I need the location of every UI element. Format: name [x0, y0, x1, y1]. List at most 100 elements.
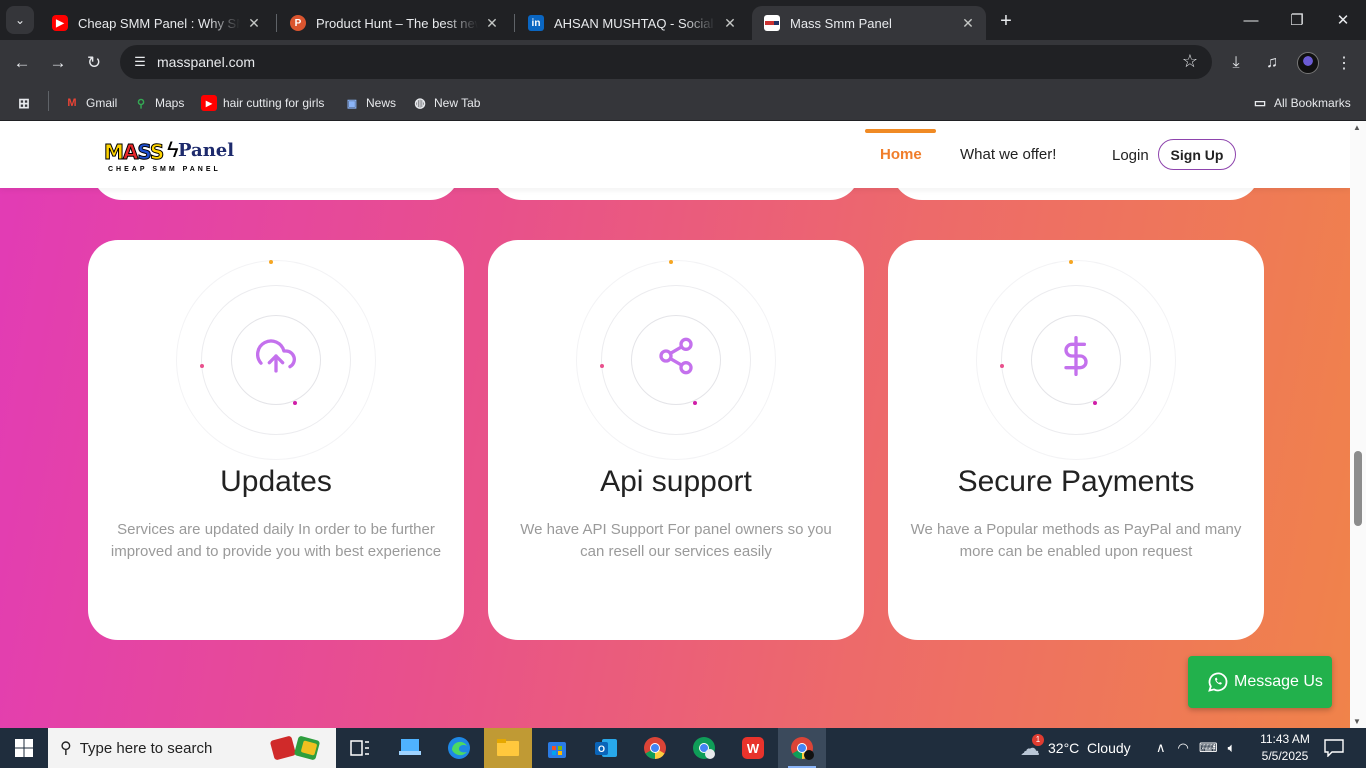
tab-linkedin[interactable]: in AHSAN MUSHTAQ - Social Media ✕ — [516, 6, 748, 40]
address-bar[interactable]: ☰ masspanel.com ☆ — [120, 45, 1212, 79]
orbit-dot — [293, 401, 297, 405]
bookmarks-divider — [48, 91, 49, 111]
tab-search-button[interactable]: ⌄ — [6, 6, 34, 34]
share-icon — [659, 337, 693, 375]
notification-button[interactable] — [1324, 728, 1344, 768]
feature-description: Services are updated daily In order to b… — [110, 521, 442, 560]
input-language-icon[interactable]: ⌨ — [1199, 740, 1218, 756]
avatar — [1297, 52, 1319, 74]
restore-icon: ❐ — [1290, 12, 1304, 29]
tab-product-hunt[interactable]: P Product Hunt – The best new products ✕ — [278, 6, 510, 40]
site-info-icon[interactable]: ☰ — [130, 52, 150, 72]
folder-icon — [497, 739, 519, 756]
wifi-icon[interactable]: ◠ — [1178, 740, 1189, 756]
reload-button[interactable]: ↻ — [80, 49, 108, 77]
bookmark-hair-cutting[interactable]: ▶ hair cutting for girls — [201, 92, 324, 114]
close-icon[interactable]: ✕ — [960, 15, 976, 32]
close-icon[interactable]: ✕ — [246, 15, 262, 32]
masspanel-icon — [764, 15, 780, 31]
close-icon[interactable]: ✕ — [484, 15, 500, 32]
tab-strip: ⌄ ▶ Cheap SMM Panel : Why SMMG ✕ P Produ… — [0, 0, 1366, 40]
scrollbar-thumb[interactable] — [1354, 451, 1362, 526]
signup-button[interactable]: Sign Up — [1158, 139, 1236, 170]
taskbar-app-store[interactable] — [533, 728, 581, 768]
logo-panel-text: Panel — [178, 140, 235, 161]
bookmark-label: Maps — [155, 96, 185, 110]
site-logo[interactable]: MASS ϟ Panel CHEAP SMM PANEL — [104, 137, 235, 177]
apps-button[interactable]: ⊞ — [16, 92, 38, 114]
media-button[interactable]: ♫ — [1258, 49, 1286, 77]
logo-tagline: CHEAP SMM PANEL — [108, 166, 221, 173]
taskbar-search[interactable]: ⚲ Type here to search — [48, 728, 336, 768]
weather-text: 32°C Cloudy — [1048, 740, 1131, 756]
tab-divider — [276, 14, 277, 32]
tab-mass-smm-panel[interactable]: Mass Smm Panel ✕ — [752, 6, 986, 40]
weather-widget[interactable]: ☁ 1 32°C Cloudy — [1020, 728, 1131, 768]
wps-office-icon: W — [742, 737, 764, 759]
close-window-button[interactable]: ✕ — [1320, 0, 1366, 40]
more-vert-icon: ⋮ — [1336, 55, 1352, 72]
arrow-right-icon: → — [49, 53, 67, 72]
apps-grid-icon: ⊞ — [18, 94, 30, 111]
back-button[interactable]: ← — [8, 49, 36, 77]
cloud-icon: ☁ 1 — [1020, 733, 1044, 761]
scroll-up-icon[interactable]: ▲ — [1353, 123, 1361, 132]
svg-text:W: W — [747, 741, 760, 756]
feature-title: Updates — [220, 465, 332, 498]
minimize-button[interactable]: — — [1228, 0, 1274, 40]
media-icon: ♫ — [1266, 54, 1278, 71]
url-text[interactable]: masspanel.com — [157, 54, 255, 70]
download-button[interactable]: ⤓ — [1222, 49, 1250, 77]
chevron-up-icon[interactable]: ∧ — [1156, 740, 1166, 756]
chrome-icon — [644, 737, 666, 759]
taskbar-app-file-explorer[interactable] — [484, 728, 532, 768]
taskbar-app-chrome-active[interactable] — [778, 728, 826, 768]
bookmark-star-icon[interactable]: ☆ — [1182, 51, 1198, 72]
bookmark-new-tab[interactable]: ◍ New Tab — [412, 92, 480, 114]
bookmark-label: Gmail — [86, 96, 118, 110]
start-button[interactable] — [0, 728, 48, 768]
nav-home-link[interactable]: Home — [880, 146, 922, 163]
tab-cheap-smm[interactable]: ▶ Cheap SMM Panel : Why SMMG ✕ — [40, 6, 272, 40]
site-header: MASS ϟ Panel CHEAP SMM PANEL Home What w… — [0, 121, 1350, 188]
bookmarks-bar: ⊞ M Gmail ⚲ Maps ▶ hair cutting for girl… — [0, 86, 1366, 121]
page-scrollbar[interactable]: ▲ ▼ — [1350, 121, 1366, 728]
taskbar-app-chrome[interactable] — [631, 728, 679, 768]
bookmark-maps[interactable]: ⚲ Maps — [133, 92, 184, 114]
all-bookmarks-label: All Bookmarks — [1274, 96, 1351, 110]
youtube-icon: ▶ — [201, 95, 217, 111]
bookmark-gmail[interactable]: M Gmail — [64, 92, 117, 114]
new-tab-button[interactable]: + — [994, 9, 1018, 33]
taskbar-app-outlook[interactable]: O — [582, 728, 630, 768]
nav-login-link[interactable]: Login — [1112, 147, 1149, 164]
chevron-down-icon: ⌄ — [14, 13, 26, 27]
active-nav-indicator — [865, 129, 936, 133]
whatsapp-icon — [1208, 672, 1228, 692]
taskbar-app-edge[interactable] — [435, 728, 483, 768]
task-view-icon — [350, 740, 369, 756]
youtube-icon: ▶ — [52, 15, 68, 31]
whatsapp-message-button[interactable]: Message Us — [1188, 656, 1332, 708]
forward-button[interactable]: → — [44, 49, 72, 77]
volume-icon[interactable]: 🔈︎ — [1228, 740, 1236, 756]
bookmark-label: New Tab — [434, 96, 481, 110]
browser-toolbar: ← → ↻ ☰ masspanel.com ☆ ⤓ ♫ ⋮ — [0, 40, 1366, 86]
chrome-profile-icon — [693, 737, 715, 759]
profile-button[interactable] — [1294, 49, 1322, 77]
tab-title: Product Hunt – The best new products — [316, 15, 478, 31]
bookmark-news[interactable]: ▣ News — [344, 92, 396, 114]
taskbar-app-computer[interactable] — [386, 728, 434, 768]
menu-button[interactable]: ⋮ — [1330, 49, 1358, 77]
taskbar-clock[interactable]: 11:43 AM 5/5/2025 — [1252, 731, 1318, 765]
close-icon[interactable]: ✕ — [722, 15, 738, 32]
taskbar-app-wps[interactable]: W — [729, 728, 777, 768]
restore-button[interactable]: ❐ — [1274, 0, 1320, 40]
taskbar-app-chrome-profile[interactable] — [680, 728, 728, 768]
all-bookmarks-button[interactable]: ▭ All Bookmarks — [1252, 92, 1351, 114]
gmail-icon: M — [67, 97, 77, 109]
scroll-down-icon[interactable]: ▼ — [1353, 717, 1361, 726]
task-view-button[interactable] — [336, 728, 384, 768]
nav-offer-link[interactable]: What we offer! — [960, 146, 1056, 163]
feature-description: We have a Popular methods as PayPal and … — [910, 521, 1242, 560]
close-icon: ✕ — [1336, 12, 1350, 29]
